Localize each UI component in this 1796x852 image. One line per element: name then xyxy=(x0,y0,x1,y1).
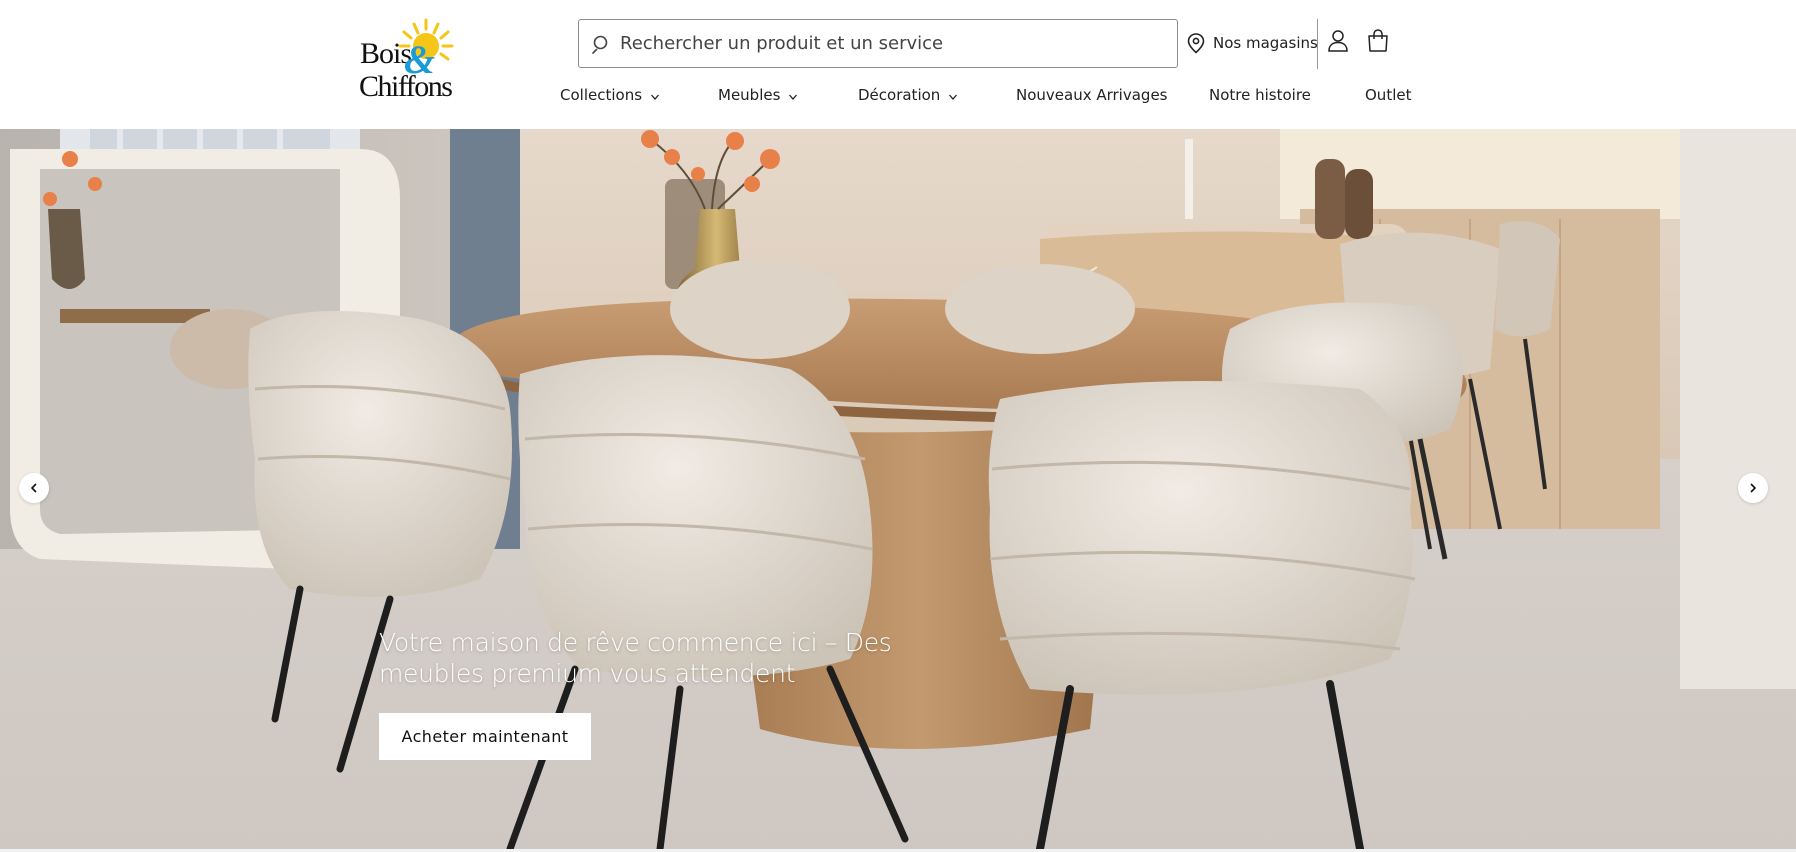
nav-item-decoration[interactable]: Décoration xyxy=(858,86,958,104)
nav-label: Collections xyxy=(560,86,643,104)
search-icon xyxy=(592,35,608,54)
cart-button[interactable] xyxy=(1364,27,1392,55)
nav-item-outlet[interactable]: Outlet xyxy=(1365,86,1411,104)
chevron-down-icon xyxy=(949,94,958,100)
nav-label: Notre histoire xyxy=(1209,86,1311,104)
shopping-bag-icon xyxy=(1368,29,1388,52)
chevron-down-icon xyxy=(789,94,798,100)
hero-slideshow: Votre maison de rêve commence ici – Des … xyxy=(0,129,1796,849)
nav-item-notre-histoire[interactable]: Notre histoire xyxy=(1209,86,1311,104)
account-button[interactable] xyxy=(1324,27,1352,55)
user-icon xyxy=(1328,30,1348,52)
slideshow-prev-button[interactable] xyxy=(19,473,49,503)
nav-label: Décoration xyxy=(858,86,941,104)
nav-label: Meubles xyxy=(718,86,781,104)
store-locator-link[interactable]: Nos magasins xyxy=(1186,30,1318,56)
search-bar[interactable] xyxy=(578,19,1178,68)
slideshow-next-button[interactable] xyxy=(1738,473,1768,503)
nav-item-nouveaux-arrivages[interactable]: Nouveaux Arrivages xyxy=(1016,86,1168,104)
nav-item-collections[interactable]: Collections xyxy=(560,86,660,104)
site-header: Bois & Chiffons Nos magasins xyxy=(0,0,1796,129)
chevron-right-icon xyxy=(1750,483,1757,493)
store-locator-label: Nos magasins xyxy=(1213,34,1318,52)
nav-item-meubles[interactable]: Meubles xyxy=(718,86,798,104)
nav-label: Outlet xyxy=(1365,86,1412,104)
shop-now-button[interactable]: Acheter maintenant xyxy=(379,713,591,760)
nav-label: Nouveaux Arrivages xyxy=(1016,86,1168,104)
header-divider xyxy=(1317,19,1318,69)
hero-headline: Votre maison de rêve commence ici – Des … xyxy=(379,628,892,688)
chevron-down-icon xyxy=(651,94,660,100)
search-input[interactable] xyxy=(620,33,1177,54)
hero-image xyxy=(0,129,1796,849)
map-pin-icon xyxy=(1187,33,1205,54)
chevron-left-icon xyxy=(30,483,37,493)
main-navigation: Collections Meubles Décoration Nouveaux … xyxy=(0,86,1796,110)
